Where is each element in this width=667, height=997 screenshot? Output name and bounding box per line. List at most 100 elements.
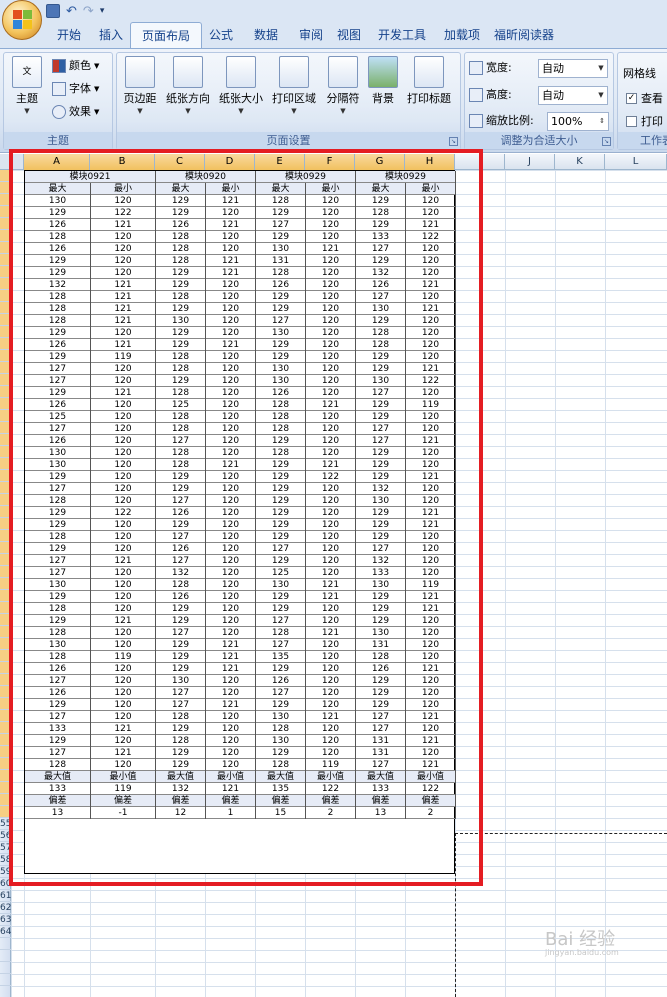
- effects-button[interactable]: 效果 ▼: [52, 103, 99, 121]
- tab-5[interactable]: 审阅: [292, 22, 330, 48]
- grid-line: [555, 170, 556, 997]
- page-setup-group: 页边距 ▼ 纸张方向 ▼ 纸张大小 ▼ 打印区域 ▼ 分隔符 ▼ 背景 打印标题 页面设置…: [116, 52, 461, 150]
- ribbon-tabs: 开始 插入 页面布局 公式 数据 审阅 视图 开发工具 加载项 福昕阅读器: [46, 22, 560, 48]
- tab-3[interactable]: 公式: [202, 22, 240, 48]
- print-label: 打印: [641, 115, 663, 128]
- height-icon: [469, 88, 483, 102]
- customize-qat-icon[interactable]: ▾: [100, 6, 105, 16]
- tab-6[interactable]: 视图: [330, 22, 368, 48]
- width-select[interactable]: 自动 ▼: [538, 59, 608, 78]
- scale-stepper[interactable]: 100% ⇕: [547, 112, 609, 131]
- page-setup-launcher-icon[interactable]: ↘: [449, 137, 458, 146]
- scale-group-label: 调整为合适大小: [465, 132, 613, 149]
- effects-icon: [52, 105, 66, 119]
- watermark: Bai 经验 jingyan.baidu.com: [545, 925, 619, 957]
- background-icon: [368, 56, 398, 88]
- tab-9[interactable]: 福昕阅读器: [488, 22, 560, 48]
- chevron-down-icon: ▼: [291, 107, 297, 115]
- fonts-button[interactable]: 字体 ▼: [52, 80, 99, 98]
- height-label-wrap: 高度:: [469, 86, 512, 104]
- orientation-button[interactable]: 纸张方向 ▼: [163, 56, 213, 118]
- height-label: 高度:: [486, 88, 512, 101]
- tab-0[interactable]: 开始: [46, 22, 92, 48]
- scale-label-wrap: 缩放比例:: [469, 112, 534, 130]
- theme-button[interactable]: 文 主题 ▼: [8, 56, 46, 118]
- row-header[interactable]: [0, 950, 11, 962]
- tab-4[interactable]: 数据: [240, 22, 292, 48]
- print-area-label: 打印区域: [272, 92, 316, 105]
- row-header[interactable]: 62: [0, 902, 11, 914]
- print-titles-button[interactable]: 打印标题: [402, 56, 456, 105]
- width-icon: [469, 61, 483, 75]
- scale-launcher-icon[interactable]: ↘: [602, 137, 611, 146]
- row-header[interactable]: [0, 938, 11, 950]
- tab-8[interactable]: 加载项: [436, 22, 488, 48]
- chevron-down-icon: ▼: [94, 62, 100, 70]
- width-label: 宽度:: [486, 61, 512, 74]
- page-setup-group-label: 页面设置: [117, 132, 460, 149]
- column-header-J[interactable]: J: [505, 154, 555, 170]
- paper-size-icon: [226, 56, 256, 88]
- size-button[interactable]: 纸张大小 ▼: [215, 56, 267, 118]
- colors-button[interactable]: 颜色 ▼: [52, 57, 99, 75]
- gridlines-view-checkbox[interactable]: ✓ 查看: [626, 90, 663, 106]
- save-icon[interactable]: [46, 4, 60, 18]
- office-button[interactable]: [2, 0, 42, 40]
- undo-icon[interactable]: ↶: [66, 4, 77, 19]
- watermark-text: Bai 经验: [545, 929, 616, 950]
- breaks-button[interactable]: 分隔符 ▼: [321, 56, 365, 118]
- print-area-icon: [279, 56, 309, 88]
- watermark-sub: jingyan.baidu.com: [545, 948, 619, 957]
- chevron-down-icon: ▼: [340, 107, 346, 115]
- chevron-down-icon: ▼: [24, 107, 30, 115]
- print-area-button[interactable]: 打印区域 ▼: [268, 56, 320, 118]
- theme-icon: 文: [12, 56, 42, 88]
- tab-1[interactable]: 插入: [92, 22, 130, 48]
- scale-to-fit-group: 宽度: 自动 ▼ 高度: 自动 ▼ 缩放比例: 100% ⇕ 调整为合适大小 ↘: [464, 52, 614, 150]
- spin-icon[interactable]: ⇕: [596, 113, 608, 130]
- row-header[interactable]: 64: [0, 926, 11, 938]
- height-select[interactable]: 自动 ▼: [538, 86, 608, 105]
- breaks-icon: [328, 56, 358, 88]
- chevron-down-icon: ▼: [137, 107, 143, 115]
- gridlines-print-checkbox[interactable]: 打印: [626, 113, 663, 129]
- print-titles-icon: [414, 56, 444, 88]
- office-logo-icon: [13, 10, 33, 30]
- scale-value: 100%: [551, 115, 583, 128]
- row-header[interactable]: 61: [0, 890, 11, 902]
- checkbox-box: [626, 115, 637, 127]
- row-header[interactable]: 63: [0, 914, 11, 926]
- colors-label: 颜色: [69, 59, 91, 72]
- view-label: 查看: [641, 92, 663, 105]
- chevron-down-icon: ▼: [94, 108, 100, 116]
- tab-7[interactable]: 开发工具: [368, 22, 436, 48]
- gridlines-label: 网格线: [623, 67, 656, 80]
- orientation-label: 纸张方向: [166, 92, 210, 105]
- quick-access-toolbar: ↶ ↷ ▾: [46, 2, 104, 20]
- grid-line: [505, 170, 506, 997]
- background-label: 背景: [372, 92, 394, 105]
- height-value: 自动: [542, 89, 564, 102]
- chevron-down-icon: ▼: [598, 91, 604, 99]
- ribbon: ↶ ↷ ▾ 开始 插入 页面布局 公式 数据 审阅 视图 开发工具 加载项 福昕阅读器 文 主题 …: [0, 0, 667, 153]
- page-break-horizontal: [455, 833, 667, 834]
- column-header-L[interactable]: L: [605, 154, 667, 170]
- background-button[interactable]: 背景: [367, 56, 399, 105]
- sheet-options-group: 网格线 ✓ 查看 打印 工作表: [617, 52, 667, 150]
- size-label: 纸张大小: [219, 92, 263, 105]
- chevron-down-icon: ▼: [238, 107, 244, 115]
- chevron-down-icon: ▼: [185, 107, 191, 115]
- theme-group-label: 主题: [4, 132, 112, 149]
- margins-label: 页边距: [123, 92, 157, 105]
- row-header[interactable]: [0, 974, 11, 986]
- tab-2[interactable]: 页面布局: [130, 22, 202, 48]
- row-header[interactable]: [0, 986, 11, 997]
- breaks-label: 分隔符: [326, 92, 360, 105]
- column-header-K[interactable]: K: [555, 154, 605, 170]
- redo-icon[interactable]: ↷: [83, 4, 94, 19]
- row-header[interactable]: [0, 962, 11, 974]
- scale-icon: [469, 114, 483, 128]
- margins-button[interactable]: 页边距 ▼: [119, 56, 161, 118]
- print-titles-label: 打印标题: [407, 92, 451, 105]
- scale-label: 缩放比例:: [486, 114, 534, 127]
